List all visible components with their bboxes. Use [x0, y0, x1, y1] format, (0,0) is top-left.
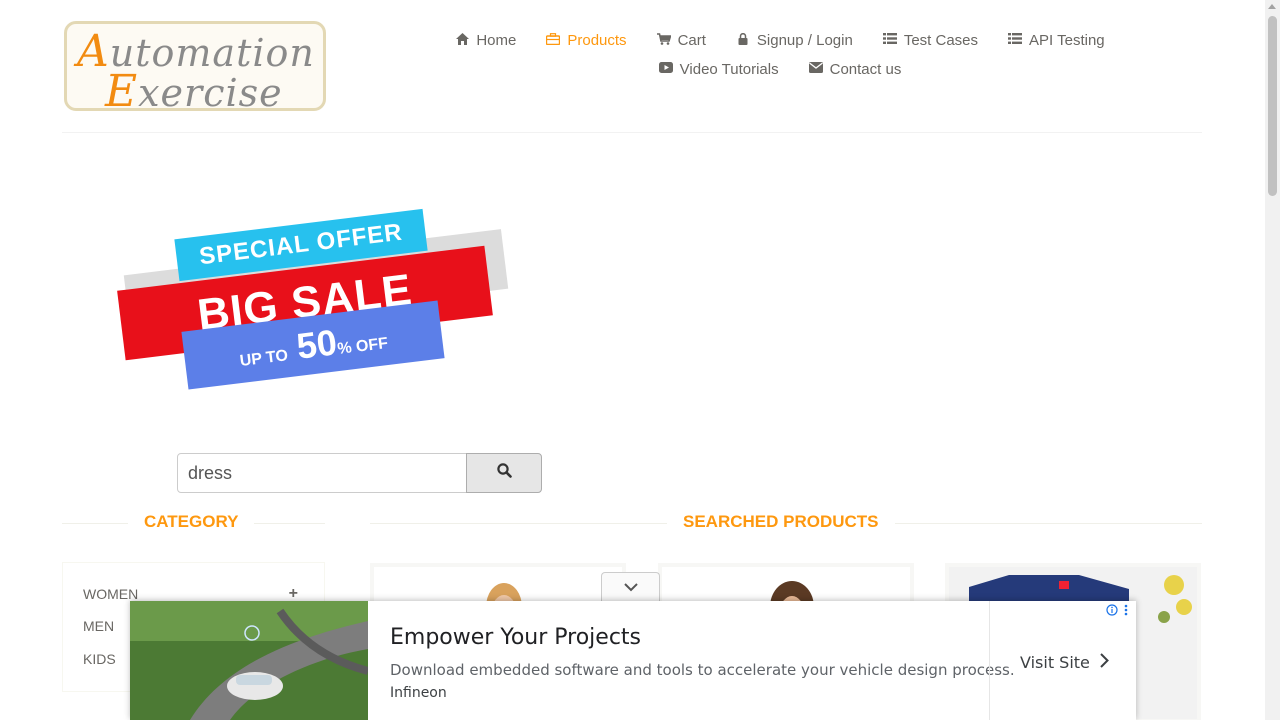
- home-icon: [455, 32, 469, 48]
- nav-signup-login[interactable]: Signup / Login: [736, 32, 853, 49]
- search-button[interactable]: [466, 453, 542, 493]
- banner-percent-value: 50: [294, 321, 340, 367]
- category-women[interactable]: WOMEN: [83, 586, 138, 602]
- list-icon: [1008, 33, 1023, 47]
- chevron-right-icon: [1100, 653, 1109, 672]
- category-title: Category: [128, 512, 255, 532]
- chevron-down-icon: [623, 579, 638, 597]
- cart-icon: [656, 32, 672, 48]
- ad-collapse-button[interactable]: [601, 572, 660, 602]
- nav-video-label: Video Tutorials: [679, 60, 779, 78]
- envelope-icon: [808, 62, 823, 76]
- nav-contact-us[interactable]: Contact us: [808, 60, 902, 78]
- nav-test-cases-label: Test Cases: [903, 31, 979, 49]
- nav-video-tutorials[interactable]: Video Tutorials: [658, 60, 779, 78]
- more-options-icon[interactable]: [1124, 604, 1128, 619]
- banner-off: % OFF: [336, 334, 389, 358]
- nav-test-cases[interactable]: Test Cases: [882, 31, 979, 49]
- nav-contact-label: Contact us: [829, 60, 902, 78]
- scrollbar-thumb[interactable]: [1268, 16, 1277, 196]
- searched-products-title: Searched Products: [667, 512, 895, 532]
- youtube-play-icon: [658, 62, 673, 76]
- nav-products[interactable]: Products: [546, 31, 627, 49]
- page-scrollbar[interactable]: [1265, 0, 1280, 720]
- main-nav: Home Products Cart Signup / Login Test C…: [440, 28, 1120, 81]
- lock-icon: [736, 32, 750, 48]
- ad-description: Download embedded software and tools to …: [390, 661, 1015, 679]
- nav-signup-label: Signup / Login: [756, 31, 853, 49]
- nav-home[interactable]: Home: [455, 32, 516, 49]
- nav-api-testing[interactable]: API Testing: [1008, 32, 1105, 49]
- nav-home-label: Home: [476, 31, 517, 49]
- ad-visit-site-button[interactable]: Visit Site: [1020, 653, 1109, 672]
- ad-info-controls: [1106, 604, 1128, 619]
- ad-divider: [989, 601, 990, 720]
- info-icon[interactable]: [1106, 604, 1118, 619]
- ad-cta-label: Visit Site: [1020, 653, 1090, 672]
- nav-cart[interactable]: Cart: [656, 31, 706, 49]
- ad-title: Empower Your Projects: [390, 625, 642, 650]
- category-kids[interactable]: KIDS: [83, 651, 116, 667]
- sale-banner: SPECIAL OFFER BIG SALE UP TO 50% OFF: [117, 208, 510, 392]
- nav-products-label: Products: [567, 31, 627, 49]
- site-logo[interactable]: Automation Exercise: [64, 21, 326, 117]
- logo-line-2: Exercise: [105, 66, 283, 117]
- list-icon: [882, 33, 897, 47]
- ad-banner[interactable]: Empower Your Projects Download embedded …: [130, 601, 1136, 720]
- nav-cart-label: Cart: [677, 31, 706, 49]
- scroll-up-arrow-icon[interactable]: [1268, 4, 1276, 9]
- banner-up-to: UP TO: [238, 347, 289, 370]
- category-men[interactable]: MEN: [83, 618, 114, 634]
- search-icon: [496, 463, 512, 483]
- ad-image: [130, 601, 368, 720]
- header-divider: [62, 132, 1202, 133]
- search-input[interactable]: [177, 453, 469, 493]
- ad-brand: Infineon: [390, 685, 447, 701]
- briefcase-icon: [546, 32, 561, 48]
- nav-api-testing-label: API Testing: [1029, 31, 1105, 49]
